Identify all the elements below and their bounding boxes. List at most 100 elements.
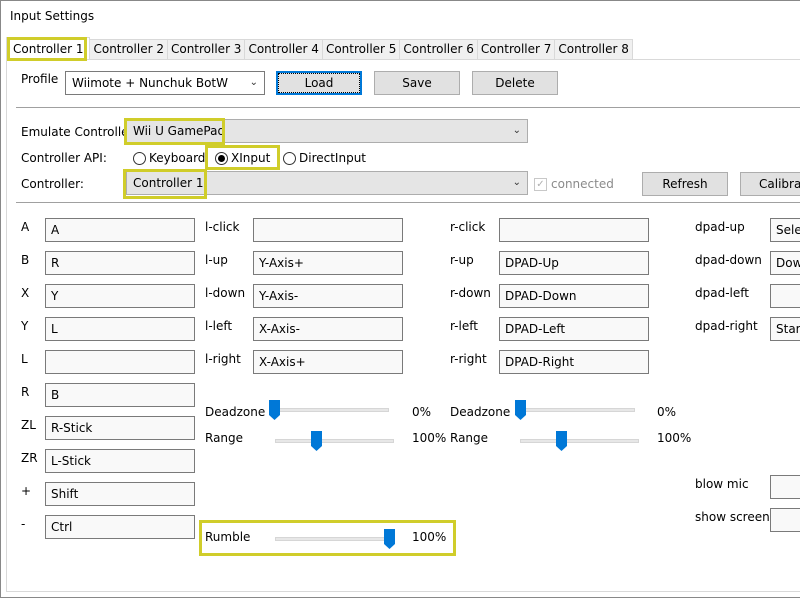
mapping-label: + <box>21 484 32 498</box>
panel-left-border <box>6 59 7 592</box>
right-deadzone-value: 0% <box>657 405 677 419</box>
mapping-field-dpad-left[interactable] <box>770 284 800 308</box>
mapping-label: r-left <box>450 319 478 333</box>
checkmark-icon: ✓ <box>534 177 547 191</box>
emulate-controller-select[interactable]: Wii U GamePad ⌄ <box>126 119 528 143</box>
left-range-value: 100% <box>412 431 447 445</box>
slider-thumb[interactable] <box>269 400 280 420</box>
slider-track <box>275 537 395 541</box>
mapping-label: X <box>21 286 30 300</box>
chevron-down-icon: ⌄ <box>249 77 258 88</box>
mapping-label: R <box>21 385 30 399</box>
refresh-button[interactable]: Refresh <box>642 172 728 196</box>
radio-directinput[interactable]: DirectInput <box>283 151 366 165</box>
right-deadzone-slider[interactable] <box>515 400 635 420</box>
mapping-field-dpad-up[interactable]: Selec <box>770 218 800 242</box>
mapping-field-plus[interactable]: Shift <box>45 482 195 506</box>
mapping-field-l-left[interactable]: X-Axis- <box>253 317 403 341</box>
controller-select[interactable]: Controller 1 ⌄ <box>126 171 528 195</box>
right-range-label: Range <box>450 431 489 445</box>
mapping-field-r-up[interactable]: DPAD-Up <box>499 251 649 275</box>
mapping-field-r-left[interactable]: DPAD-Left <box>499 317 649 341</box>
calibrate-button[interactable]: Calibrat <box>740 172 800 196</box>
slider-track <box>520 439 639 443</box>
connected-checkbox: ✓ connected <box>534 177 614 191</box>
radio-keyboard[interactable]: Keyboard <box>133 151 205 165</box>
mapping-field-dpad-down[interactable]: Dow <box>770 251 800 275</box>
mapping-label: L <box>21 352 28 366</box>
radio-selected-icon <box>215 151 228 165</box>
right-range-slider[interactable] <box>520 431 639 451</box>
slider-thumb[interactable] <box>384 529 395 549</box>
mapping-field-minus[interactable]: Ctrl <box>45 515 195 539</box>
slider-thumb[interactable] <box>556 431 567 451</box>
slider-thumb[interactable] <box>311 431 322 451</box>
mapping-label: dpad-right <box>695 319 758 333</box>
tab-divider <box>6 59 800 60</box>
mapping-field-y[interactable]: L <box>45 317 195 341</box>
emulate-controller-value: Wii U GamePad <box>133 124 226 138</box>
controller-tabs: Controller 1 Controller 2 Controller 3 C… <box>6 37 633 60</box>
slider-track <box>515 408 635 412</box>
mapping-field-dpad-right[interactable]: Start <box>770 317 800 341</box>
tab-controller-4[interactable]: Controller 4 <box>245 39 323 60</box>
radio-xinput-label: XInput <box>231 151 271 165</box>
mapping-label: r-up <box>450 253 474 267</box>
mapping-field-l-right[interactable]: X-Axis+ <box>253 350 403 374</box>
mapping-label: r-down <box>450 286 491 300</box>
radio-keyboard-label: Keyboard <box>149 151 206 165</box>
tab-controller-2[interactable]: Controller 2 <box>90 39 168 60</box>
left-range-slider[interactable] <box>275 431 394 451</box>
mapping-field-a[interactable]: A <box>45 218 195 242</box>
left-deadzone-slider[interactable] <box>269 400 389 420</box>
rumble-value: 100% <box>412 530 447 544</box>
rumble-slider[interactable] <box>275 529 395 549</box>
right-deadzone-label: Deadzone <box>450 405 511 419</box>
mapping-field-blow-mic[interactable] <box>770 475 800 499</box>
input-settings-window: Input Settings Controller 1 Controller 2… <box>0 0 800 598</box>
mapping-field-b[interactable]: R <box>45 251 195 275</box>
mapping-field-l-up[interactable]: Y-Axis+ <box>253 251 403 275</box>
slider-track <box>275 439 394 443</box>
mapping-field-show-screen[interactable] <box>770 508 800 532</box>
right-range-value: 100% <box>657 431 692 445</box>
save-button[interactable]: Save <box>374 71 460 95</box>
tab-controller-7[interactable]: Controller 7 <box>477 39 556 60</box>
mapping-label: ZR <box>21 451 38 465</box>
tab-controller-3[interactable]: Controller 3 <box>167 39 246 60</box>
mapping-label: A <box>21 220 30 234</box>
mapping-label: l-left <box>205 319 233 333</box>
slider-track <box>269 408 389 412</box>
slider-thumb[interactable] <box>515 400 526 420</box>
radio-icon <box>283 151 296 165</box>
mapping-field-r-down[interactable]: DPAD-Down <box>499 284 649 308</box>
mapping-label: l-right <box>205 352 241 366</box>
mapping-label: r-click <box>450 220 486 234</box>
mapping-field-r[interactable]: B <box>45 383 195 407</box>
mapping-field-l-down[interactable]: Y-Axis- <box>253 284 403 308</box>
profile-label: Profile <box>21 72 59 86</box>
mapping-field-r-click[interactable] <box>499 218 649 242</box>
profile-value: Wiimote + Nunchuk BotW <box>72 76 228 90</box>
radio-xinput[interactable]: XInput <box>215 151 270 165</box>
mapping-field-l[interactable] <box>45 350 195 374</box>
rumble-label: Rumble <box>205 530 251 544</box>
separator <box>16 107 800 108</box>
tab-controller-1[interactable]: Controller 1 <box>6 37 91 60</box>
panel-bottom-border <box>6 591 800 592</box>
load-button[interactable]: Load <box>276 71 362 95</box>
connected-label: connected <box>551 177 614 191</box>
mapping-label: B <box>21 253 30 267</box>
tab-controller-8[interactable]: Controller 8 <box>555 39 633 60</box>
delete-button[interactable]: Delete <box>472 71 558 95</box>
mapping-field-r-right[interactable]: DPAD-Right <box>499 350 649 374</box>
mapping-field-x[interactable]: Y <box>45 284 195 308</box>
mapping-field-zl[interactable]: R-Stick <box>45 416 195 440</box>
mapping-field-l-click[interactable] <box>253 218 403 242</box>
radio-directinput-label: DirectInput <box>299 151 367 165</box>
tab-controller-5[interactable]: Controller 5 <box>322 39 401 60</box>
tab-controller-6[interactable]: Controller 6 <box>400 39 478 60</box>
mapping-field-zr[interactable]: L-Stick <box>45 449 195 473</box>
chevron-down-icon: ⌄ <box>512 125 521 136</box>
profile-select[interactable]: Wiimote + Nunchuk BotW ⌄ <box>65 71 265 95</box>
